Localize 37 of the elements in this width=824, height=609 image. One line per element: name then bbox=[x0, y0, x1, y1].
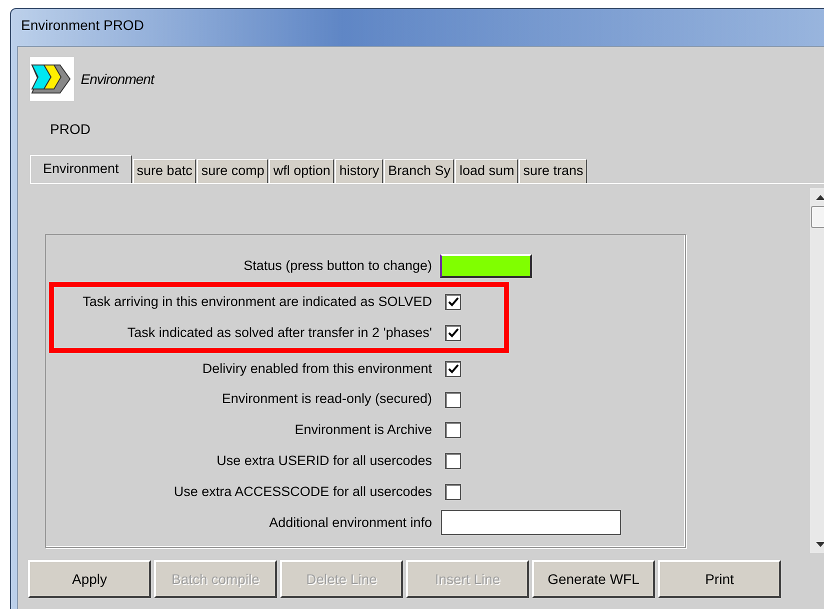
scroll-thumb[interactable] bbox=[811, 206, 824, 228]
checkbox[interactable] bbox=[445, 324, 461, 341]
text-input-field[interactable] bbox=[441, 510, 621, 536]
field-label: Task arriving in this environment are indicated as SOLVED bbox=[82, 293, 433, 312]
tab[interactable]: Branch Sy bbox=[384, 159, 454, 183]
action-button[interactable]: Apply bbox=[28, 560, 151, 598]
field-label: Additional environment info bbox=[268, 514, 433, 532]
scroll-down-icon[interactable] bbox=[816, 542, 824, 546]
window-title: Environment PROD bbox=[20, 16, 145, 35]
checkbox[interactable] bbox=[445, 392, 461, 408]
checkbox[interactable] bbox=[445, 360, 461, 377]
field-label: Task indicated as solved after transfer in 2 'phases' bbox=[126, 324, 433, 342]
environment-icon bbox=[30, 57, 74, 101]
field-label: Use extra USERID for all usercodes bbox=[216, 452, 433, 470]
checkbox[interactable] bbox=[445, 294, 461, 310]
field-label: Status (press button to change) bbox=[242, 257, 433, 276]
scroll-up-icon[interactable] bbox=[816, 194, 824, 200]
action-button[interactable]: Generate WFL bbox=[532, 560, 655, 598]
checkbox[interactable] bbox=[445, 422, 461, 438]
checkbox[interactable] bbox=[445, 484, 461, 500]
field-label: Environment is Archive bbox=[294, 421, 433, 440]
field-label: Environment is read-only (secured) bbox=[220, 390, 433, 408]
action-button[interactable]: Print bbox=[658, 560, 781, 598]
vertical-scrollbar[interactable] bbox=[810, 188, 824, 553]
tab[interactable]: wfl option bbox=[269, 159, 334, 183]
tab[interactable]: history bbox=[335, 159, 384, 183]
status-button[interactable] bbox=[440, 254, 532, 278]
environment-name: PROD bbox=[50, 120, 92, 139]
tab[interactable]: load sum bbox=[455, 159, 518, 183]
checkbox[interactable] bbox=[445, 453, 461, 470]
field-label: Deliviry enabled from this environment bbox=[201, 360, 433, 378]
header-label: Environment bbox=[80, 70, 154, 88]
tab[interactable]: sure trans bbox=[519, 159, 588, 183]
tab[interactable]: sure comp bbox=[197, 159, 268, 183]
tab[interactable]: Environment bbox=[30, 155, 132, 183]
tab[interactable]: sure batc bbox=[132, 159, 196, 183]
field-label: Use extra ACCESSCODE for all usercodes bbox=[172, 482, 433, 501]
